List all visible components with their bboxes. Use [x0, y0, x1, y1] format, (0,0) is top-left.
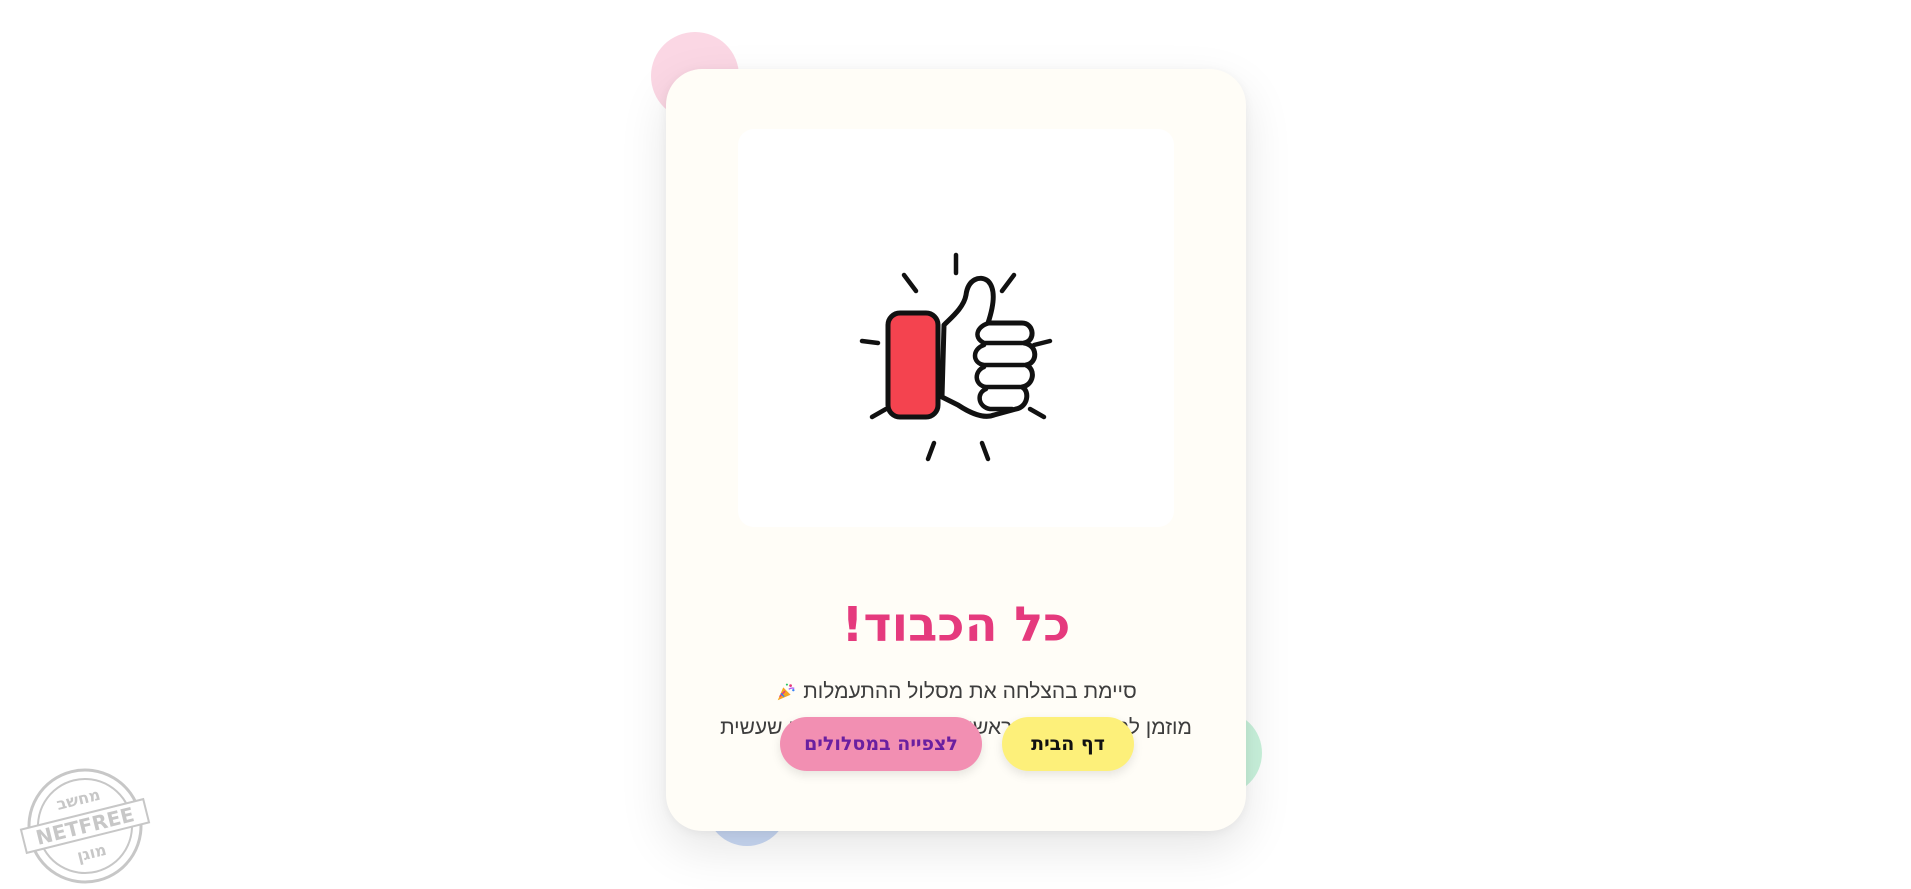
view-paths-button[interactable]: לצפייה במסלולים: [780, 717, 982, 771]
home-button[interactable]: דף הבית: [1002, 717, 1134, 771]
page: כל הכבוד! סיימת בהצלחה את מסלול ההתעמלות…: [0, 0, 1911, 889]
illustration-frame: [738, 129, 1174, 527]
success-message-text: סיימת בהצלחה את מסלול ההתעמלות: [803, 680, 1137, 703]
success-message: סיימת בהצלחה את מסלול ההתעמלות: [666, 677, 1246, 707]
svg-text:מחשב: מחשב: [54, 785, 102, 814]
completion-card: כל הכבוד! סיימת בהצלחה את מסלול ההתעמלות…: [666, 69, 1246, 831]
svg-text:NETFREE: NETFREE: [33, 802, 136, 850]
svg-text:מוגן: מוגן: [75, 840, 108, 866]
party-popper-icon: [775, 681, 797, 703]
netfree-stamp-logo: NETFREE מחשב מוגן: [14, 764, 156, 888]
page-title: כל הכבוד!: [841, 597, 1071, 653]
thumbs-up-icon: [859, 252, 1053, 462]
